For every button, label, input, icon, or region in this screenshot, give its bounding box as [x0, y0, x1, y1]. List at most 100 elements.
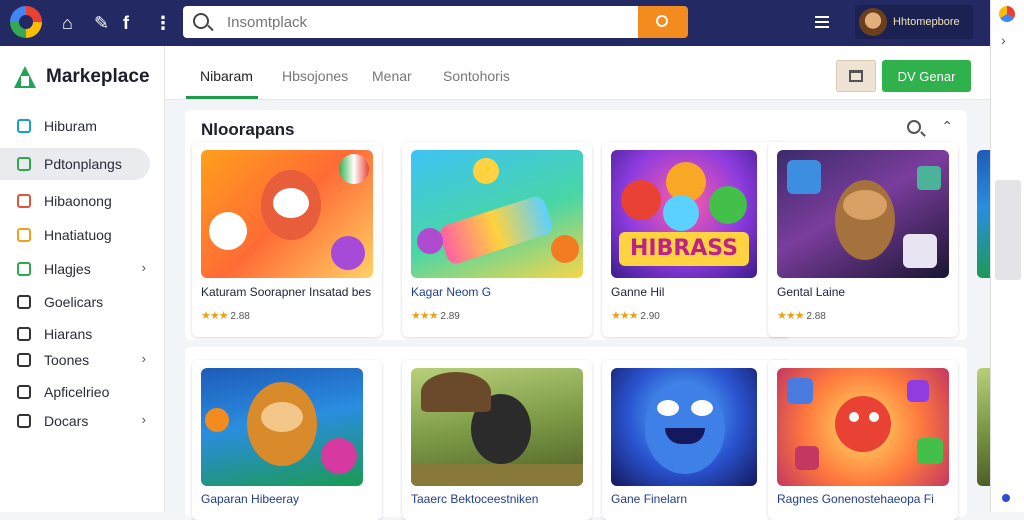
tab-menar[interactable]: Menar: [372, 68, 412, 84]
sidebar-item-label: Docars: [44, 413, 89, 429]
chevron-right-icon[interactable]: ›: [1001, 32, 1006, 48]
game-card[interactable]: Katuram Soorapner Insatad bes ★★★ 2.88: [192, 142, 382, 337]
game-thumbnail: HIBRASS: [611, 150, 757, 278]
more-vertical-icon[interactable]: ⋮: [154, 12, 172, 34]
marketplace-logo-icon: [12, 64, 38, 90]
star-rating-icon: ★★★: [201, 310, 229, 322]
sidebar-item[interactable]: Pdtonplangs: [0, 148, 150, 180]
search-icon[interactable]: [907, 120, 921, 134]
hibrass-logo-text: HIBRASS: [619, 232, 749, 266]
shop-button[interactable]: [836, 60, 876, 92]
game-title: Taaerc Bektoceestniken: [411, 492, 539, 506]
sidebar-item[interactable]: Hnatiatuog: [0, 219, 150, 251]
extension-icon[interactable]: [999, 6, 1015, 22]
active-tab-indicator: [186, 96, 258, 99]
game-thumbnail: [411, 368, 583, 486]
game-thumbnail: [777, 150, 949, 278]
game-thumbnail: [201, 368, 363, 486]
sidebar: Markeplace Hiburam Pdtonplangs Hibaonong Hn…: [0, 46, 165, 512]
sidebar-item-label: Hnatiatuog: [44, 227, 112, 243]
search-button[interactable]: [638, 6, 688, 38]
primary-action-button[interactable]: DV Genar: [882, 60, 971, 92]
sidebar-item-label: Goelicars: [44, 294, 104, 310]
sidebar-item[interactable]: Hiburam: [0, 110, 150, 142]
sidebar-item-label: Pdtonplangs: [44, 156, 122, 172]
brand[interactable]: Markeplace: [12, 64, 150, 90]
top-bar: ⌂ ✎ f ⋮ Hhtomepbore: [0, 0, 990, 46]
game-card[interactable]: HIBRASS Ganne Hil ★★★ 2.90: [602, 142, 792, 337]
sidebar-item-icon: [17, 194, 31, 208]
game-card[interactable]: Ragnes Gonenostehaeopa Fi: [768, 360, 958, 520]
sidebar-item-icon: [17, 228, 31, 242]
next-card-peek[interactable]: [977, 368, 990, 486]
game-title: Kagar Neom G: [411, 285, 492, 299]
game-card[interactable]: Gental Laine ★★★ 2.88: [768, 142, 958, 337]
sidebar-item-icon: [17, 157, 31, 171]
game-title: Ganne Hil: [611, 285, 665, 299]
user-name: Hhtomepbore: [893, 16, 960, 28]
main-content: Nloorapans ⌃ Katuram Soorapner Insatad b…: [165, 100, 990, 520]
sidebar-item-label: Toones: [44, 352, 90, 368]
game-thumbnail: [201, 150, 373, 278]
game-rating: ★★★ 2.89: [411, 309, 460, 322]
game-rating: ★★★ 2.88: [201, 309, 250, 322]
game-thumbnail: [611, 368, 757, 486]
sidebar-item[interactable]: Docars ›: [0, 405, 150, 437]
sidebar-item-label: Hiburam: [44, 118, 97, 134]
user-menu[interactable]: Hhtomepbore: [855, 5, 973, 39]
chevron-right-icon[interactable]: ›: [142, 260, 146, 275]
tab-nibaram[interactable]: Nibaram: [200, 68, 253, 84]
sidebar-item-icon: [17, 414, 31, 428]
sidebar-item[interactable]: Hlagjes ›: [0, 253, 150, 285]
game-title: Gaparan Hibeeray: [201, 492, 300, 506]
star-rating-icon: ★★★: [777, 310, 805, 322]
search-icon: [193, 13, 209, 29]
sidebar-item[interactable]: Apficelrieo: [0, 376, 150, 408]
game-thumbnail: [411, 150, 583, 278]
sidebar-item-label: Apficelrieo: [44, 384, 110, 400]
rating-value: 2.88: [230, 311, 250, 322]
home-icon[interactable]: ⌂: [62, 12, 73, 34]
search-bar: [183, 6, 638, 38]
game-card[interactable]: Gaparan Hibeeray: [192, 360, 382, 520]
sidebar-item-icon: [17, 295, 31, 309]
chevron-right-icon[interactable]: ›: [142, 412, 146, 427]
game-title: Gane Finelarn: [611, 492, 688, 506]
sidebar-item-icon: [17, 327, 31, 341]
sidebar-item-icon: [17, 119, 31, 133]
scrollbar-thumb[interactable]: [995, 180, 1021, 280]
tab-bar: Nibaram Hbsojones Menar Sontohoris DV Ge…: [165, 46, 990, 100]
sidebar-item[interactable]: Goelicars: [0, 286, 150, 318]
right-side-panel: ›: [990, 0, 1024, 512]
game-card[interactable]: Kagar Neom G ★★★ 2.89: [402, 142, 592, 337]
avatar: [859, 8, 887, 36]
sidebar-item-icon: [17, 262, 31, 276]
rating-value: 2.89: [440, 311, 460, 322]
search-input[interactable]: [227, 13, 627, 31]
menu-icon[interactable]: [815, 16, 829, 28]
rating-value: 2.90: [640, 311, 660, 322]
tab-sontohoris[interactable]: Sontohoris: [443, 68, 510, 84]
game-title: Gental Laine: [777, 285, 846, 299]
link-icon[interactable]: ✎: [94, 12, 109, 34]
star-rating-icon: ★★★: [411, 310, 439, 322]
rating-value: 2.88: [806, 311, 826, 322]
browser-logo-icon[interactable]: [10, 6, 42, 38]
sidebar-item[interactable]: Toones ›: [0, 344, 150, 376]
facebook-icon[interactable]: f: [123, 12, 129, 34]
bag-icon: [849, 70, 863, 82]
star-rating-icon: ★★★: [611, 310, 639, 322]
game-rating: ★★★ 2.88: [777, 309, 826, 322]
chevron-right-icon[interactable]: ›: [142, 351, 146, 366]
sidebar-item-label: Hibaonong: [44, 193, 112, 209]
tab-hbsojones[interactable]: Hbsojones: [282, 68, 348, 84]
next-card-peek[interactable]: [977, 150, 990, 278]
sidebar-item[interactable]: Hibaonong: [0, 185, 150, 217]
sidebar-item-icon: [17, 385, 31, 399]
search-icon: [656, 15, 668, 27]
game-card[interactable]: Gane Finelarn: [602, 360, 792, 520]
chevron-up-icon[interactable]: ⌃: [941, 118, 953, 135]
notification-dot-icon: [1002, 494, 1010, 502]
game-rating: ★★★ 2.90: [611, 309, 660, 322]
game-card[interactable]: Taaerc Bektoceestniken: [402, 360, 592, 520]
